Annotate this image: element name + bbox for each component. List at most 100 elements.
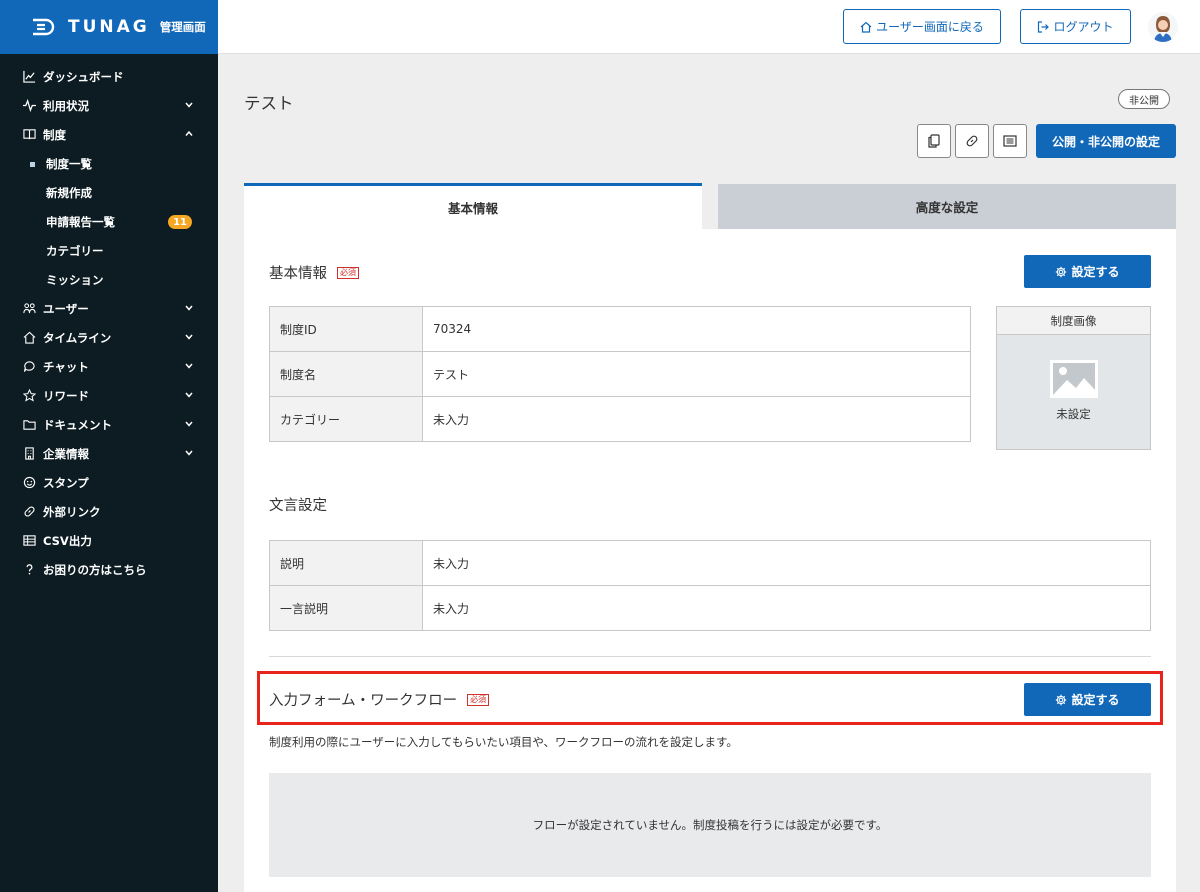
avatar[interactable] <box>1148 12 1178 42</box>
logout-button[interactable]: ログアウト <box>1020 9 1131 44</box>
sidebar-item-label: CSV出力 <box>43 533 92 548</box>
table-row: 制度ID 70324 <box>269 306 971 352</box>
brand-subtitle: 管理画面 <box>159 20 206 34</box>
home-icon <box>22 331 36 345</box>
table-icon <box>22 534 36 548</box>
sidebar-item-help[interactable]: お困りの方はこちら <box>0 555 218 584</box>
empty-flow-message: フローが設定されていません。制度投稿を行うには設定が必要です。 <box>532 818 888 832</box>
sidebar-subitem-system-list[interactable]: 制度一覧 <box>0 149 218 178</box>
folder-icon <box>22 418 36 432</box>
sidebar-item-dashboard[interactable]: ダッシュボード <box>0 62 218 91</box>
chevron-down-icon <box>185 334 193 340</box>
sidebar-item-csv[interactable]: CSV出力 <box>0 526 218 555</box>
logout-label: ログアウト <box>1053 20 1114 34</box>
sidebar-item-users[interactable]: ユーザー <box>0 294 218 323</box>
chevron-down-icon <box>185 392 193 398</box>
sidebar-item-document[interactable]: ドキュメント <box>0 410 218 439</box>
table-value: 未入力 <box>422 540 1151 586</box>
tunag-logo-icon <box>32 18 60 36</box>
tab-label: 基本情報 <box>447 201 498 216</box>
required-badge: 必須 <box>467 693 490 706</box>
sidebar-subitem-applications[interactable]: 申請報告一覧 11 <box>0 207 218 236</box>
table-value: テスト <box>422 351 971 397</box>
user-view-label: ユーザー画面に戻る <box>876 20 984 34</box>
sidebar-item-external-link[interactable]: 外部リンク <box>0 497 218 526</box>
brand-header[interactable]: TUNAG 管理画面 <box>0 0 218 54</box>
sidebar-item-label: ユーザー <box>43 301 89 316</box>
sidebar-item-usage[interactable]: 利用状況 <box>0 91 218 120</box>
user-view-button[interactable]: ユーザー画面に戻る <box>843 9 1001 44</box>
publish-settings-button[interactable]: 公開・非公開の設定 <box>1036 124 1176 158</box>
sidebar-subitem-label: 新規作成 <box>46 185 92 200</box>
tab-label: 高度な設定 <box>915 200 979 215</box>
table-key: 説明 <box>269 540 423 586</box>
book-icon <box>22 128 36 142</box>
table-value: 未入力 <box>422 585 1151 631</box>
sidebar-item-label: ダッシュボード <box>43 69 124 84</box>
wording-settings-title: 文言設定 <box>269 494 327 515</box>
sidebar-item-company[interactable]: 企業情報 <box>0 439 218 468</box>
sidebar-subitem-label: ミッション <box>46 272 104 287</box>
basic-info-title: 基本情報 必須 <box>269 262 359 283</box>
status-badge: 非公開 <box>1118 89 1170 109</box>
sidebar-subitem-mission[interactable]: ミッション <box>0 265 218 294</box>
table-key: 制度ID <box>269 306 423 352</box>
list-icon <box>1003 135 1017 147</box>
link-icon <box>966 135 978 147</box>
building-icon <box>22 447 36 461</box>
sidebar-item-label: リワード <box>43 388 89 403</box>
content-card: 基本情報 必須 設定する 制度ID 70324 制度名 テスト カテゴリー 未入… <box>244 229 1176 892</box>
image-status: 未設定 <box>1056 407 1091 421</box>
pulse-icon <box>22 99 36 113</box>
sidebar-subitem-category[interactable]: カテゴリー <box>0 236 218 265</box>
tab-basic-info[interactable]: 基本情報 <box>244 183 702 229</box>
workflow-settings-button[interactable]: 設定する <box>1024 683 1151 716</box>
settings-label: 設定する <box>1071 265 1120 279</box>
tab-advanced-settings[interactable]: 高度な設定 <box>718 184 1176 229</box>
sidebar-item-label: タイムライン <box>43 330 112 345</box>
top-bar: ユーザー画面に戻る ログアウト <box>218 0 1200 54</box>
smile-icon <box>22 476 36 490</box>
wording-table: 説明 未入力 一言説明 未入力 <box>269 540 1151 631</box>
sidebar-item-label: お困りの方はこちら <box>43 562 147 577</box>
image-placeholder-icon <box>1050 360 1098 398</box>
home-icon <box>860 21 872 33</box>
chevron-down-icon <box>185 421 193 427</box>
sidebar-item-chat[interactable]: チャット <box>0 352 218 381</box>
table-key: 一言説明 <box>269 585 423 631</box>
table-key: 制度名 <box>269 351 423 397</box>
count-badge: 11 <box>168 215 192 229</box>
preview-button[interactable] <box>993 124 1027 158</box>
sidebar: TUNAG 管理画面 ダッシュボード 利用状況 制度 制度一覧 新規作成 申請報… <box>0 0 218 892</box>
basic-info-settings-button[interactable]: 設定する <box>1024 255 1151 288</box>
sidebar-item-label: 利用状況 <box>43 98 89 113</box>
sidebar-item-label: 外部リンク <box>43 504 101 519</box>
table-row: 制度名 テスト <box>269 351 971 397</box>
table-row: 一言説明 未入力 <box>269 585 1151 631</box>
table-key: カテゴリー <box>269 396 423 442</box>
sidebar-item-timeline[interactable]: タイムライン <box>0 323 218 352</box>
gear-icon <box>1056 694 1067 705</box>
logout-icon <box>1038 20 1050 33</box>
gear-icon <box>1056 266 1067 277</box>
link-icon <box>22 505 36 519</box>
sidebar-item-system[interactable]: 制度 <box>0 120 218 149</box>
link-button[interactable] <box>955 124 989 158</box>
table-value: 未入力 <box>422 396 971 442</box>
settings-label: 設定する <box>1071 693 1120 707</box>
section-title-text: 基本情報 <box>269 266 327 282</box>
required-badge: 必須 <box>337 266 359 279</box>
brand-name: TUNAG <box>68 17 150 37</box>
page-title: テスト <box>244 94 294 113</box>
empty-flow-panel: フローが設定されていません。制度投稿を行うには設定が必要です。 <box>269 773 1151 877</box>
sidebar-item-reward[interactable]: リワード <box>0 381 218 410</box>
chevron-down-icon <box>185 450 193 456</box>
sidebar-item-label: 企業情報 <box>43 446 89 461</box>
table-row: 説明 未入力 <box>269 540 1151 586</box>
chevron-down-icon <box>185 102 193 108</box>
copy-button[interactable] <box>917 124 951 158</box>
sidebar-item-label: チャット <box>43 359 89 374</box>
sidebar-item-stamp[interactable]: スタンプ <box>0 468 218 497</box>
sidebar-subitem-new[interactable]: 新規作成 <box>0 178 218 207</box>
system-image-box: 制度画像 未設定 <box>996 306 1151 450</box>
